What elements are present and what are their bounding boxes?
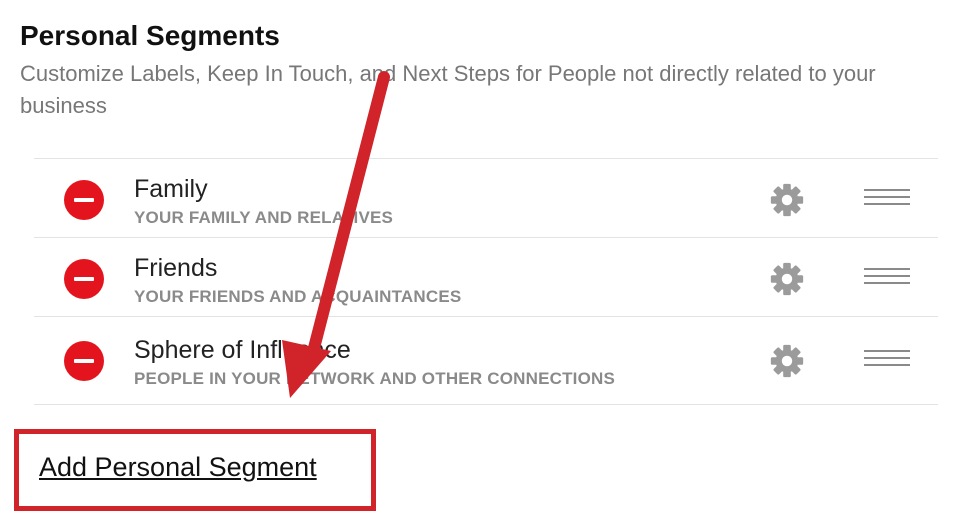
gear-icon[interactable] xyxy=(768,342,806,380)
segment-name: Sphere of Influence xyxy=(134,336,351,364)
minus-icon xyxy=(74,277,94,281)
remove-segment-button[interactable] xyxy=(64,341,104,381)
segment-description: YOUR FAMILY AND RELATIVES xyxy=(134,208,394,227)
gear-icon[interactable] xyxy=(768,260,806,298)
annotation-highlight-box: Add Personal Segment xyxy=(14,429,376,511)
remove-segment-button[interactable] xyxy=(64,259,104,299)
segment-description: PEOPLE IN YOUR NETWORK AND OTHER CONNECT… xyxy=(134,369,616,388)
section-title: Personal Segments xyxy=(20,20,280,51)
segment-description: YOUR FRIENDS AND ACQUAINTANCES xyxy=(134,287,462,306)
gear-icon[interactable] xyxy=(768,181,806,219)
segment-name: Family xyxy=(134,175,208,203)
segment-row-friends: Friends YOUR FRIENDS AND ACQUAINTANCES xyxy=(34,238,938,317)
minus-icon xyxy=(74,359,94,363)
minus-icon xyxy=(74,198,94,202)
remove-segment-button[interactable] xyxy=(64,180,104,220)
drag-handle-icon[interactable] xyxy=(864,268,910,288)
segment-row-family: Family YOUR FAMILY AND RELATIVES xyxy=(34,159,938,238)
segment-name: Friends xyxy=(134,254,218,282)
section-description: Customize Labels, Keep In Touch, and Nex… xyxy=(20,61,876,118)
drag-handle-icon[interactable] xyxy=(864,350,910,370)
segment-list: Family YOUR FAMILY AND RELATIVES Friends xyxy=(34,158,938,405)
add-personal-segment-link[interactable]: Add Personal Segment xyxy=(39,452,317,483)
drag-handle-icon[interactable] xyxy=(864,189,910,209)
segment-row-sphere-of-influence: Sphere of Influence PEOPLE IN YOUR NETWO… xyxy=(34,317,938,405)
